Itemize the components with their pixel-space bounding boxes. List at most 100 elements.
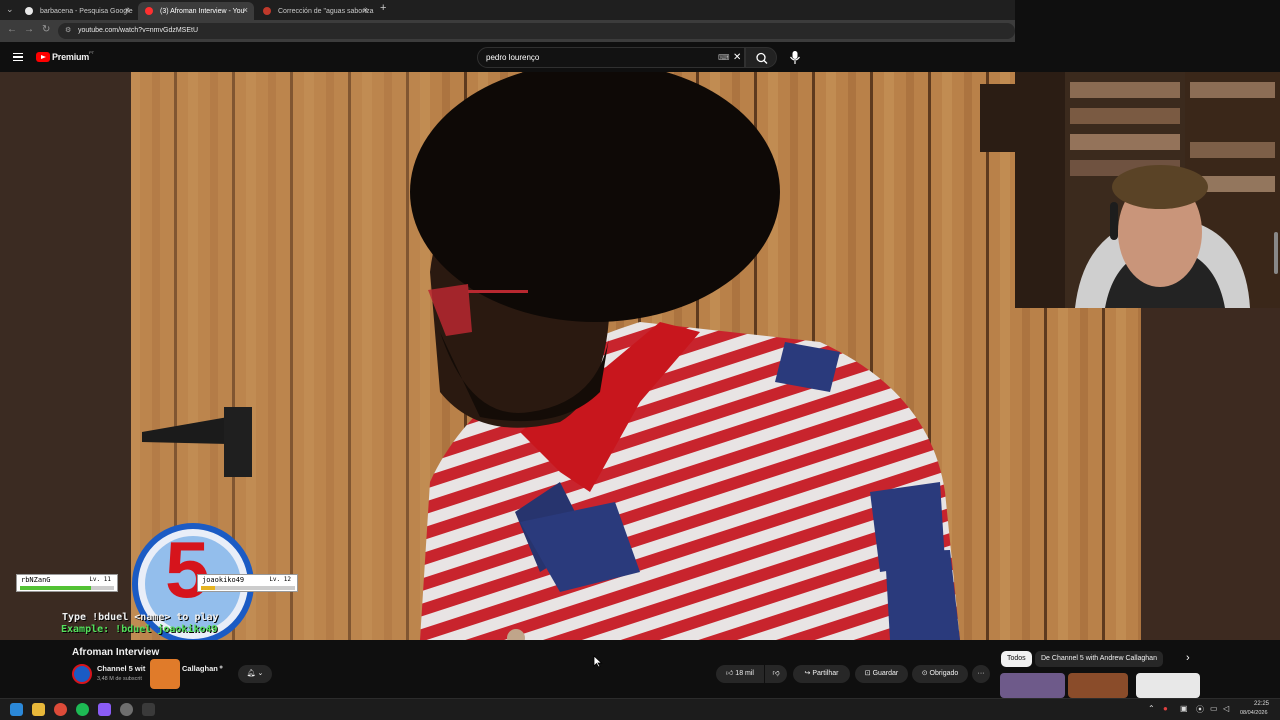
webcam-frame — [1015, 72, 1280, 308]
tab-correccion[interactable]: Corrección de "aguas saboriza × — [256, 2, 374, 20]
more-actions-button[interactable]: ··· — [972, 665, 990, 683]
chrome-icon[interactable] — [54, 703, 67, 716]
tab-title: Corrección de "aguas saboriza — [278, 7, 374, 15]
youtube-icon — [145, 7, 153, 15]
tab-title: (3) Afroman Interview - You — [160, 7, 245, 15]
more-icon: ··· — [977, 670, 985, 677]
network-icon[interactable]: ▭ — [1210, 704, 1218, 713]
share-button[interactable]: ↪ Partilhar — [793, 665, 850, 683]
duel-example: Example: !bduel joaokiko49 — [61, 624, 218, 635]
chip-channel[interactable]: De Channel 5 with Andrew Callaghan — [1035, 651, 1163, 667]
windows-start-icon[interactable] — [10, 703, 23, 716]
spotify-icon[interactable] — [76, 703, 89, 716]
channel-avatar[interactable] — [72, 664, 92, 684]
browser-tab-strip: ⌄ barbacena - Pesquisa Google × (3) Afro… — [0, 0, 1015, 20]
search-icon — [756, 52, 768, 64]
address-bar[interactable]: ⚙ youtube.com/watch?v=nmvGdzMSEtU — [58, 23, 1015, 39]
clock-date[interactable]: 08/04/2026 — [1240, 710, 1268, 716]
thanks-icon: ⊙ — [921, 670, 928, 677]
share-icon: ↪ — [804, 670, 811, 677]
back-icon[interactable]: ← — [7, 24, 17, 35]
close-icon[interactable]: × — [243, 5, 248, 15]
recommended-thumbnail[interactable] — [1068, 673, 1128, 698]
duel-instruction: Type !bduel <name> to play — [62, 612, 219, 623]
microphone-icon[interactable] — [788, 50, 802, 65]
obs-icon[interactable] — [120, 703, 133, 716]
reload-icon[interactable]: ↻ — [42, 24, 50, 35]
streamer-webcam — [1015, 72, 1280, 308]
share-label: Partilhar — [812, 670, 839, 677]
like-count: 18 mil — [735, 670, 754, 677]
page-icon — [263, 7, 271, 15]
mouse-cursor-icon — [593, 655, 603, 668]
tray-app-icon[interactable]: ▣ — [1180, 704, 1188, 713]
forward-icon[interactable]: → — [24, 24, 34, 35]
site-info-icon[interactable]: ⚙ — [65, 23, 71, 39]
youtube-logo-icon[interactable] — [36, 52, 50, 62]
bell-icon: 🔔︎ — [246, 670, 256, 677]
thumbs-down-icon: 👎︎ — [772, 670, 780, 677]
page-scrollbar[interactable] — [1274, 232, 1278, 274]
search-value: pedro lourenço — [486, 53, 540, 62]
pumpkin-emote — [150, 659, 180, 689]
hp-fill — [201, 586, 216, 590]
tab-google-search[interactable]: barbacena - Pesquisa Google × — [18, 2, 136, 20]
tray-chevron-icon[interactable]: ⌃ — [1148, 704, 1155, 713]
save-button[interactable]: ⊡ Guardar — [855, 665, 908, 683]
tab-search-icon[interactable]: ⌄ — [6, 4, 14, 15]
player-name: rbNZanG — [21, 576, 51, 584]
subscribed-button[interactable]: 🔔︎ ⌄ — [238, 665, 272, 683]
channel-name-end: Callaghan — [182, 664, 218, 673]
player-card-2: joaokiko49 Lv. 12 — [197, 574, 298, 592]
tab-title: barbacena - Pesquisa Google — [40, 7, 133, 15]
dislike-button[interactable]: 👎︎ — [765, 665, 787, 683]
new-tab-button[interactable]: + — [380, 2, 386, 14]
hp-track — [201, 586, 295, 590]
app-icon[interactable] — [142, 703, 155, 716]
recommended-thumbnail[interactable] — [1136, 673, 1200, 698]
menu-icon[interactable] — [13, 53, 23, 61]
chevron-right-icon[interactable]: › — [1186, 652, 1190, 664]
verified-icon: ● — [219, 664, 224, 671]
keyboard-icon[interactable]: ⌨ — [718, 48, 730, 67]
save-label: Guardar — [872, 670, 899, 677]
google-icon — [25, 7, 33, 15]
url-text: youtube.com/watch?v=nmvGdzMSEtU — [78, 27, 199, 34]
country-code: PT — [89, 50, 95, 55]
recommended-thumbnail[interactable] — [1000, 673, 1065, 698]
tab-youtube[interactable]: (3) Afroman Interview - You × — [138, 2, 254, 20]
hp-fill — [20, 586, 91, 590]
thanks-label: Obrigado — [929, 670, 959, 677]
channel-name[interactable]: Channel 5 wit — [97, 664, 145, 673]
thumbs-up-icon: 👍︎ — [726, 670, 734, 677]
clear-search-icon[interactable]: ✕ — [733, 48, 741, 67]
channel-name-start: Channel 5 wit — [97, 664, 146, 673]
tray-app-icon[interactable]: ● — [1163, 704, 1168, 713]
subscriber-count: 3,48 M de subscrit — [97, 676, 142, 682]
search-button[interactable] — [745, 47, 777, 68]
close-icon[interactable]: × — [363, 5, 368, 15]
microphone-tray-icon[interactable]: ⦿ — [1196, 704, 1204, 715]
youtube-logo-text[interactable]: Premium — [52, 52, 89, 62]
search-input[interactable]: pedro lourenço ⌨ ✕ — [477, 47, 745, 68]
chip-all[interactable]: Todos — [1001, 651, 1032, 667]
video-player[interactable]: 5 rbNZanG Lv. 11 joaokiko49 Lv. 12 Type … — [0, 72, 1280, 640]
bookmark-icon: ⊡ — [864, 670, 871, 677]
channel-5-logo: 5 — [165, 525, 210, 614]
player-level: Lv. 11 — [89, 576, 111, 583]
file-explorer-icon[interactable] — [32, 703, 45, 716]
player-level: Lv. 12 — [269, 576, 291, 583]
chevron-down-icon: ⌄ — [257, 670, 264, 677]
player-card-1: rbNZanG Lv. 11 — [16, 574, 118, 592]
player-name: joaokiko49 — [202, 576, 245, 584]
thanks-button[interactable]: ⊙ Obrigado — [912, 665, 968, 683]
video-meta-section: Afroman Interview Channel 5 wit Callagha… — [0, 640, 1280, 698]
clock-time[interactable]: 22:25 — [1254, 701, 1269, 707]
like-button[interactable]: 👍︎ 18 mil — [716, 665, 764, 683]
volume-icon[interactable]: ◁ — [1223, 704, 1229, 713]
discord-icon[interactable] — [98, 703, 111, 716]
browser-toolbar: ← → ↻ ⚙ youtube.com/watch?v=nmvGdzMSEtU — [0, 20, 1015, 42]
windows-taskbar: ⌃ ● ▣ ⦿ ▭ ◁ 22:25 08/04/2026 — [0, 698, 1280, 720]
hp-track — [20, 586, 114, 590]
close-icon[interactable]: × — [125, 5, 130, 15]
